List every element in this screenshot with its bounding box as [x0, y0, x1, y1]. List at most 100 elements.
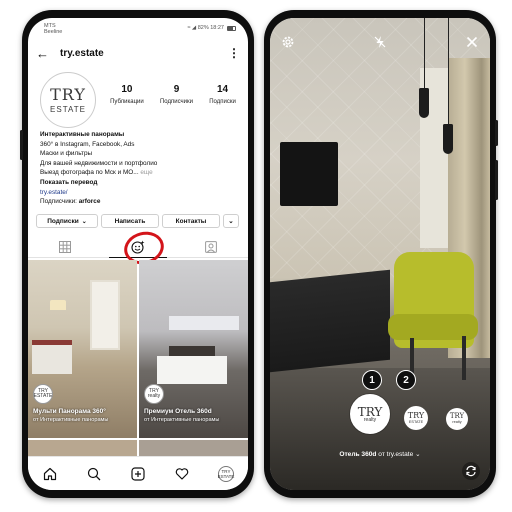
nav-profile[interactable]: TRY ESTATE: [216, 464, 236, 484]
effect-logo-line2: realty: [452, 420, 462, 424]
settings-button[interactable]: [278, 32, 298, 52]
carrier-info: MTS Beeline: [44, 23, 62, 35]
tab-grid[interactable]: [28, 236, 101, 257]
right-phone: 1 2 TRY realty TRY ESTATE TRY realty Оте…: [264, 10, 498, 498]
stage: MTS Beeline ≈ ◢ 82% 18:27 ← try.estate ⋮…: [0, 0, 512, 512]
effect-logo-line1: TRY: [407, 410, 425, 420]
profile-handle: try.estate: [60, 47, 104, 59]
profile-avatar[interactable]: TRY ESTATE: [40, 72, 96, 128]
show-translation-link[interactable]: Показать перевод: [40, 178, 240, 188]
followed-by-name: arforce: [78, 198, 101, 206]
stat-posts-count: 10: [121, 84, 133, 95]
desk-image: [270, 269, 390, 373]
tile-caption: Премиум Отель 360d от Интерактивные пано…: [144, 408, 248, 424]
bottom-nav: TRY ESTATE: [28, 456, 248, 490]
close-button[interactable]: [462, 32, 482, 52]
tile-subtitle: от Интерактивные панорамы: [144, 417, 220, 423]
effect-logo-line2: realty: [363, 416, 377, 423]
bio-line-4-text: Выезд фотографа по Мск и МО...: [40, 169, 139, 177]
viewer-top-bar: [270, 32, 490, 56]
tv-image: [280, 142, 338, 206]
bio-name: Интерактивные панорамы: [40, 131, 125, 138]
nav-activity[interactable]: [172, 464, 192, 484]
profile-top-bar: ← try.estate ⋮: [28, 42, 248, 64]
bed-image: [157, 356, 227, 384]
battery-icon: [227, 25, 236, 31]
tile-title: Премиум Отель 360d: [144, 408, 212, 415]
armchair-leg: [462, 336, 466, 380]
profile-avatar-icon: TRY ESTATE: [217, 465, 235, 482]
bed-image: [32, 340, 72, 374]
pendant-lamp: [443, 124, 453, 154]
tab-tagged[interactable]: [175, 236, 248, 257]
status-bar: MTS Beeline ≈ ◢ 82% 18:27: [28, 18, 248, 38]
number-badge-2: 2: [396, 370, 416, 390]
tile-logo-line2: realty: [147, 393, 161, 399]
profile-bio: Интерактивные панорамы 360° в Instagram,…: [40, 130, 240, 207]
left-phone: MTS Beeline ≈ ◢ 82% 18:27 ← try.estate ⋮…: [20, 10, 254, 498]
tile-logo-line2: ESTATE: [33, 393, 53, 399]
followed-by-label: Подписчики:: [40, 198, 77, 206]
bio-line-2: Маски и фильтры: [40, 150, 93, 158]
tagged-icon: [205, 240, 218, 253]
stat-followers-count: 9: [173, 84, 180, 95]
suggested-users-button[interactable]: ⌄: [223, 214, 239, 228]
stat-posts-label: Публикации: [110, 99, 144, 105]
flash-button[interactable]: [370, 32, 390, 52]
nav-search[interactable]: [84, 464, 104, 484]
effect-caption[interactable]: Отель 360d от try.estate ⌄: [270, 450, 490, 458]
nav-add[interactable]: [128, 464, 148, 484]
nav-home[interactable]: [40, 464, 60, 484]
message-button-label: Написать: [114, 217, 146, 225]
bio-website-link[interactable]: try.estate/: [40, 188, 240, 198]
bio-more-link[interactable]: еще: [140, 169, 152, 176]
effect-option[interactable]: TRY ESTATE: [404, 406, 428, 430]
settings-icon: [282, 36, 294, 48]
status-right: ≈ ◢ 82% 18:27: [187, 25, 236, 31]
home-icon: [43, 467, 57, 480]
lamp-image: [50, 300, 66, 310]
close-icon: [466, 36, 478, 48]
status-indicators: ≈ ◢ 82% 18:27: [187, 25, 224, 31]
flash-off-icon: [374, 36, 386, 48]
effect-capture-button[interactable]: TRY realty: [350, 394, 390, 434]
tile-subtitle: от Интерактивные панорамы: [33, 417, 109, 423]
add-icon: [131, 466, 145, 481]
subscriptions-button[interactable]: Подписки ⌄: [36, 214, 98, 228]
effect-logo-line1: TRY: [357, 404, 383, 419]
effect-tile[interactable]: TRY ESTATE Мульти Панорама 360° от Интера…: [28, 260, 137, 438]
stat-following[interactable]: 14 Подписки: [209, 84, 236, 105]
heart-icon: [175, 467, 189, 480]
volume-button: [20, 130, 23, 160]
search-icon: [87, 467, 101, 480]
panorama-viewer-screen: 1 2 TRY realty TRY ESTATE TRY realty Оте…: [270, 18, 490, 490]
stat-followers-label: Подписчики: [159, 99, 193, 105]
power-button: [495, 120, 498, 146]
profile-actions: Подписки ⌄ Написать Контакты ⌄: [36, 214, 242, 228]
contacts-button-label: Контакты: [175, 217, 207, 225]
stat-followers[interactable]: 9 Подписчики: [160, 84, 193, 105]
followed-by[interactable]: Подписчики: arforce: [40, 197, 240, 207]
profile-stats: 10 Публикации 9 Подписчики 14 Подписки: [102, 84, 244, 105]
back-icon[interactable]: ←: [36, 46, 54, 61]
stat-following-label: Подписки: [209, 99, 236, 105]
bio-line-3: Для вашей недвижимости и портфолио: [40, 159, 158, 167]
door-image: [90, 280, 120, 350]
grid-icon: [58, 240, 71, 253]
flip-camera-icon: [466, 465, 476, 477]
avatar-logo-line1: TRY: [50, 84, 86, 104]
bio-line-4: Выезд фотографа по Мск и МО... еще: [40, 168, 240, 178]
message-button[interactable]: Написать: [101, 214, 159, 228]
avatar-logo-line2: ESTATE: [50, 104, 86, 114]
tile-logo: TRY ESTATE: [33, 384, 53, 404]
menu-icon[interactable]: ⋮: [228, 46, 240, 60]
stat-posts[interactable]: 10 Публикации: [110, 84, 144, 105]
tile-title: Мульти Панорама 360°: [33, 408, 106, 415]
subscriptions-button-label: Подписки: [47, 217, 79, 225]
nav-avatar-line2: ESTATE: [217, 473, 235, 479]
effect-option[interactable]: TRY realty: [446, 408, 468, 430]
effects-grid: TRY ESTATE Мульти Панорама 360° от Интера…: [28, 260, 248, 460]
contacts-button[interactable]: Контакты: [162, 214, 220, 228]
effect-tile[interactable]: TRY realty Премиум Отель 360d от Интеракт…: [139, 260, 248, 438]
flip-camera-button[interactable]: [462, 462, 480, 480]
